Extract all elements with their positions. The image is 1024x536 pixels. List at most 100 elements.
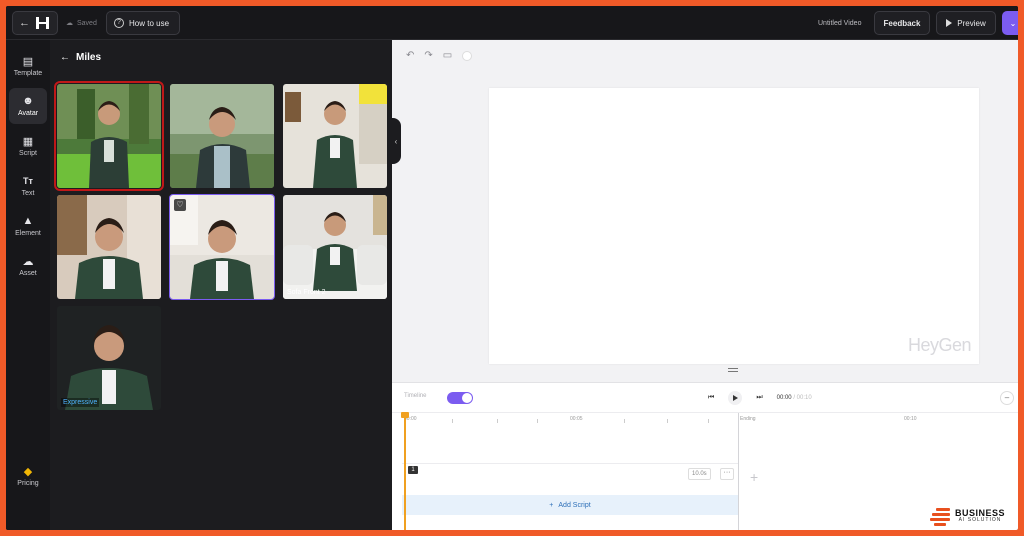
saved-status: ☁ Saved [66, 11, 97, 35]
avatar-thumbnail[interactable]: Sofa Front 2 [283, 195, 387, 299]
rail-item-label: Pricing [17, 480, 39, 487]
resize-handle[interactable] [728, 368, 738, 374]
redo-icon[interactable]: ↷ [424, 50, 432, 61]
rail-item-avatar[interactable]: ☻ Avatar [9, 88, 47, 124]
feedback-button[interactable]: Feedback [874, 11, 930, 35]
background-color-button[interactable] [462, 50, 473, 61]
brand-text: BUSINESS AI SOLUTION [955, 509, 1005, 523]
add-scene-icon[interactable]: + [750, 469, 758, 485]
ruler-tick [624, 419, 625, 423]
preview-button[interactable]: Preview [936, 11, 996, 35]
zoom-out-button[interactable]: – [1000, 391, 1014, 405]
timeline-controls: Timeline ⏮ ⏭ 00:00 / 00:10 – [392, 383, 1018, 413]
back-button[interactable]: ← [12, 11, 58, 35]
text-icon: Tт [23, 176, 33, 186]
video-title[interactable]: Untitled Video [818, 11, 861, 35]
submit-dropdown-button[interactable]: ⌄ [1002, 11, 1018, 35]
ruler-label: 00:05 [570, 416, 583, 422]
avatar-thumbnail[interactable] [170, 84, 274, 188]
collapse-panel-button[interactable]: ‹ [391, 118, 401, 164]
cloud-icon: ☁ [66, 20, 73, 27]
time-total: 00:10 [796, 395, 812, 401]
app-window: ← ☁ Saved ? How to use Untitled Video Fe… [6, 6, 1018, 530]
business-logo: BUSINESS AI SOLUTION [930, 506, 1005, 526]
avatar-thumbnail[interactable] [57, 195, 161, 299]
skip-forward-icon[interactable]: ⏭ [756, 394, 762, 402]
timeline-toggle-label: Timeline [404, 393, 427, 399]
video-canvas[interactable]: HeyGen [489, 88, 979, 364]
timeline-panel: Timeline ⏮ ⏭ 00:00 / 00:10 – 00:00 00:05… [392, 382, 1018, 530]
how-to-use-button[interactable]: ? How to use [106, 11, 180, 35]
play-button[interactable] [728, 391, 743, 405]
chevron-down-icon: ⌄ [1009, 18, 1017, 28]
scene-number: 1 [408, 466, 418, 474]
avatar-image [170, 195, 274, 299]
avatar-image [283, 195, 387, 299]
ruler-label: 00:10 [904, 416, 917, 422]
heart-icon[interactable]: ♡ [174, 199, 186, 211]
rail-item-pricing[interactable]: ◆ Pricing [9, 458, 47, 494]
rail-item-label: Asset [19, 270, 37, 277]
rail-item-element[interactable]: ▲ Element [9, 208, 47, 244]
canvas-area: ↶ ↷ ▭ HeyGen [392, 40, 1018, 382]
add-script-button[interactable]: + Add Script [402, 495, 738, 515]
avatar-thumbnail[interactable] [283, 84, 387, 188]
thumbnail-label: Sofa Front 2 [287, 289, 326, 296]
rail-item-template[interactable]: ▤ Template [9, 48, 47, 84]
question-icon: ? [114, 18, 124, 28]
monitor-icon[interactable]: ▭ [443, 50, 452, 61]
add-script-label: Add Script [558, 501, 591, 509]
heygen-logo-icon [36, 17, 50, 29]
arrow-left-icon: ← [60, 52, 70, 63]
how-to-use-label: How to use [129, 18, 170, 28]
avatar-image [57, 84, 161, 188]
rail-item-script[interactable]: ▦ Script [9, 128, 47, 164]
rail-item-label: Script [19, 150, 37, 157]
panel-title: Miles [76, 52, 102, 63]
rail-item-label: Template [13, 70, 43, 77]
ruler-tick [537, 419, 538, 423]
saved-label: Saved [77, 19, 97, 27]
play-icon [732, 395, 738, 401]
ruler-label: Ending [740, 416, 756, 422]
time-current: 00:00 [776, 395, 792, 401]
brand-tagline: AI SOLUTION [958, 517, 1002, 523]
avatar-thumbnail[interactable]: ♡ [169, 194, 275, 300]
avatar-image [57, 306, 161, 410]
time-separator: / [793, 395, 795, 401]
time-readout: 00:00 / 00:10 [777, 395, 812, 401]
arrow-left-icon: ← [19, 17, 30, 29]
undo-icon[interactable]: ↶ [406, 50, 414, 61]
avatar-icon: ☻ [22, 95, 34, 107]
rail-item-label: Element [15, 230, 41, 237]
chevron-left-icon: ‹ [394, 136, 398, 146]
avatar-thumbnail[interactable] [54, 81, 164, 191]
avatar-thumbnail[interactable]: Expressive [57, 306, 161, 410]
timeline-ruler: 00:00 00:05 Ending 00:10 [392, 413, 1018, 427]
plus-icon: + [549, 501, 554, 509]
playback-controls: ⏮ ⏭ 00:00 / 00:10 [708, 391, 812, 405]
scene-duration[interactable]: 10.0s [688, 468, 711, 480]
avatar-image [57, 195, 161, 299]
track-divider [738, 413, 739, 530]
top-bar: ← ☁ Saved ? How to use Untitled Video Fe… [6, 6, 1018, 40]
canvas-toolbar: ↶ ↷ ▭ [406, 50, 473, 61]
ruler-tick [452, 419, 453, 423]
ruler-tick [708, 419, 709, 423]
avatar-panel: ← Miles ♡ Sofa Front 2 Expressive [50, 40, 391, 530]
preview-label: Preview [957, 18, 986, 28]
rail-item-asset[interactable]: ☁ Asset [9, 248, 47, 284]
ruler-tick [667, 419, 668, 423]
play-icon [946, 19, 953, 27]
brand-mark-icon [930, 506, 952, 526]
avatar-image [283, 84, 387, 188]
panel-back-button[interactable]: ← Miles [60, 52, 101, 63]
playhead[interactable] [401, 412, 409, 530]
rail-item-label: Avatar [17, 110, 39, 117]
rail-item-text[interactable]: Tт Text [9, 168, 47, 204]
template-icon: ▤ [22, 55, 34, 68]
skip-back-icon[interactable]: ⏮ [708, 394, 714, 402]
timeline-toggle[interactable] [447, 392, 473, 404]
scene-row[interactable]: 1 10.0s ··· [402, 463, 738, 493]
more-icon[interactable]: ··· [720, 468, 734, 480]
